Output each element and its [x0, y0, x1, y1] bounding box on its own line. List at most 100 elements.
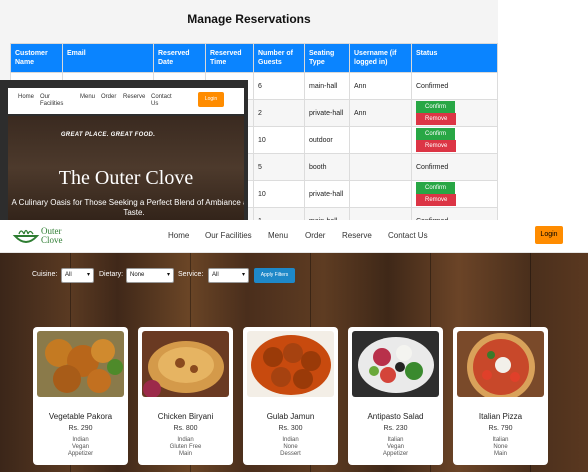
- nav-reserve[interactable]: Reserve: [342, 231, 372, 240]
- guests-cell: 5: [253, 153, 305, 181]
- guests-cell: 2: [253, 99, 305, 127]
- item-service: Appetizer: [67, 451, 94, 457]
- seating-cell: private-hall: [304, 180, 350, 208]
- preview-nav-menu[interactable]: Menu: [80, 94, 95, 101]
- restaurant-site: Outer Clove Home Our Facilities Menu Ord…: [0, 220, 588, 472]
- status-cell: Confirmed: [411, 207, 498, 220]
- food-image: [37, 331, 124, 397]
- service-select[interactable]: All ▾: [208, 268, 249, 283]
- remove-button[interactable]: Remove: [416, 194, 457, 206]
- item-dietary: Vegan: [386, 444, 405, 450]
- hero-tagline: GREAT PLACE. GREAT FOOD.: [60, 132, 156, 138]
- username-cell: [349, 180, 412, 208]
- item-service: Dessert: [280, 451, 301, 457]
- item-cuisine: Indian: [177, 437, 194, 443]
- chevron-down-icon: ▾: [86, 272, 90, 278]
- item-cuisine: Italian: [387, 437, 404, 443]
- page-title: Manage Reservations: [187, 12, 311, 26]
- confirm-button[interactable]: Confirm: [416, 128, 456, 140]
- column-header: Username (if logged in): [349, 43, 412, 73]
- preview-navbar: Home Our Facilities Menu Order Reserve C…: [8, 88, 244, 114]
- cuisine-select[interactable]: All ▾: [61, 268, 94, 283]
- item-cuisine: Italian: [492, 437, 509, 443]
- confirm-button[interactable]: Confirm: [416, 101, 456, 113]
- status-cell: Confirmed: [411, 153, 498, 181]
- confirm-button[interactable]: Confirm: [416, 182, 456, 194]
- item-price: Rs. 230: [383, 425, 408, 432]
- status-cell: Confirmed: [411, 72, 498, 100]
- food-image: [247, 331, 334, 397]
- seating-cell: main-hall: [304, 72, 350, 100]
- menu-card[interactable]: Chicken Biryani Rs. 800 Indian Gluten Fr…: [138, 327, 233, 465]
- guests-cell: 1: [253, 207, 305, 220]
- preview-nav-order[interactable]: Order: [101, 94, 116, 101]
- username-cell: [349, 153, 412, 181]
- username-cell: [349, 207, 412, 220]
- service-label: Service:: [178, 271, 204, 278]
- remove-button[interactable]: Remove: [416, 140, 457, 152]
- navbar: Outer Clove Home Our Facilities Menu Ord…: [0, 220, 588, 253]
- status-cell: ConfirmRemove: [411, 126, 498, 154]
- login-button[interactable]: Login: [535, 226, 563, 244]
- status-cell: ConfirmRemove: [411, 99, 498, 127]
- site-preview-window: Home Our Facilities Menu Order Reserve C…: [0, 80, 248, 220]
- hero-subtitle: A Culinary Oasis for Those Seeking a Per…: [11, 198, 244, 217]
- chevron-down-icon: ▾: [241, 272, 245, 278]
- seating-cell: outdoor: [304, 126, 350, 154]
- guests-cell: 6: [253, 72, 305, 100]
- column-header: Number of Guests: [253, 43, 305, 73]
- preview-nav-facilities[interactable]: Our Facilities: [40, 94, 64, 108]
- item-price: Rs. 800: [173, 425, 198, 432]
- item-name: Vegetable Pakora: [48, 412, 113, 421]
- seating-cell: private-hall: [304, 99, 350, 127]
- logo[interactable]: Outer Clove: [12, 224, 72, 248]
- nav-order[interactable]: Order: [305, 231, 325, 240]
- seating-cell: booth: [304, 153, 350, 181]
- remove-button[interactable]: Remove: [416, 113, 457, 125]
- food-image: [352, 331, 439, 397]
- nav-home[interactable]: Home: [168, 231, 189, 240]
- username-cell: [349, 126, 412, 154]
- dietary-select[interactable]: None ▾: [126, 268, 174, 283]
- menu-card[interactable]: Italian Pizza Rs. 790 Italian None Main: [453, 327, 548, 465]
- nav-our-facilities[interactable]: Our Facilities: [205, 231, 252, 240]
- preview-nav-reserve[interactable]: Reserve: [123, 94, 145, 101]
- preview-nav-home[interactable]: Home: [18, 94, 34, 101]
- item-dietary: Gluten Free: [169, 444, 202, 450]
- menu-section: Cuisine: All ▾ Dietary: None ▾ Service: Al…: [0, 253, 588, 472]
- item-service: Main: [493, 451, 507, 457]
- item-name: Gulab Jamun: [266, 412, 315, 421]
- seating-cell: main-hall: [304, 207, 350, 220]
- column-header: Reserved Time: [205, 43, 254, 73]
- nav-contact-us[interactable]: Contact Us: [388, 231, 428, 240]
- preview-hero: GREAT PLACE. GREAT FOOD. The Outer Clove…: [8, 116, 244, 220]
- logo-line-2: Clove: [41, 235, 63, 245]
- guests-cell: 10: [253, 180, 305, 208]
- column-header: Status: [411, 43, 498, 73]
- item-price: Rs. 790: [488, 425, 513, 432]
- food-image: [142, 331, 229, 397]
- chevron-down-icon: ▾: [166, 272, 170, 278]
- item-name: Italian Pizza: [478, 412, 523, 421]
- item-price: Rs. 300: [278, 425, 303, 432]
- cuisine-label: Cuisine:: [32, 271, 58, 278]
- table-header-row: Customer Name Email Reserved Date Reserv…: [10, 43, 498, 73]
- item-service: Appetizer: [382, 451, 409, 457]
- column-header: Seating Type: [304, 43, 350, 73]
- hero-title: The Outer Clove: [58, 167, 194, 189]
- username-cell: Ann: [349, 99, 412, 127]
- preview-login-button[interactable]: Login: [198, 92, 224, 107]
- menu-card[interactable]: Antipasto Salad Rs. 230 Italian Vegan Ap…: [348, 327, 443, 465]
- menu-card[interactable]: Vegetable Pakora Rs. 290 Indian Vegan Ap…: [33, 327, 128, 465]
- dietary-label: Dietary:: [99, 271, 124, 278]
- preview-nav-contact[interactable]: Contact Us: [151, 94, 175, 108]
- menu-card[interactable]: Gulab Jamun Rs. 300 Indian None Dessert: [243, 327, 338, 465]
- item-dietary: None: [493, 444, 508, 450]
- item-price: Rs. 290: [68, 425, 93, 432]
- nav-menu[interactable]: Menu: [268, 231, 288, 240]
- item-name: Antipasto Salad: [367, 412, 424, 421]
- guests-cell: 10: [253, 126, 305, 154]
- item-name: Chicken Biryani: [157, 412, 214, 421]
- status-cell: ConfirmRemove: [411, 180, 498, 208]
- apply-filters-button[interactable]: Apply Filters: [254, 268, 295, 283]
